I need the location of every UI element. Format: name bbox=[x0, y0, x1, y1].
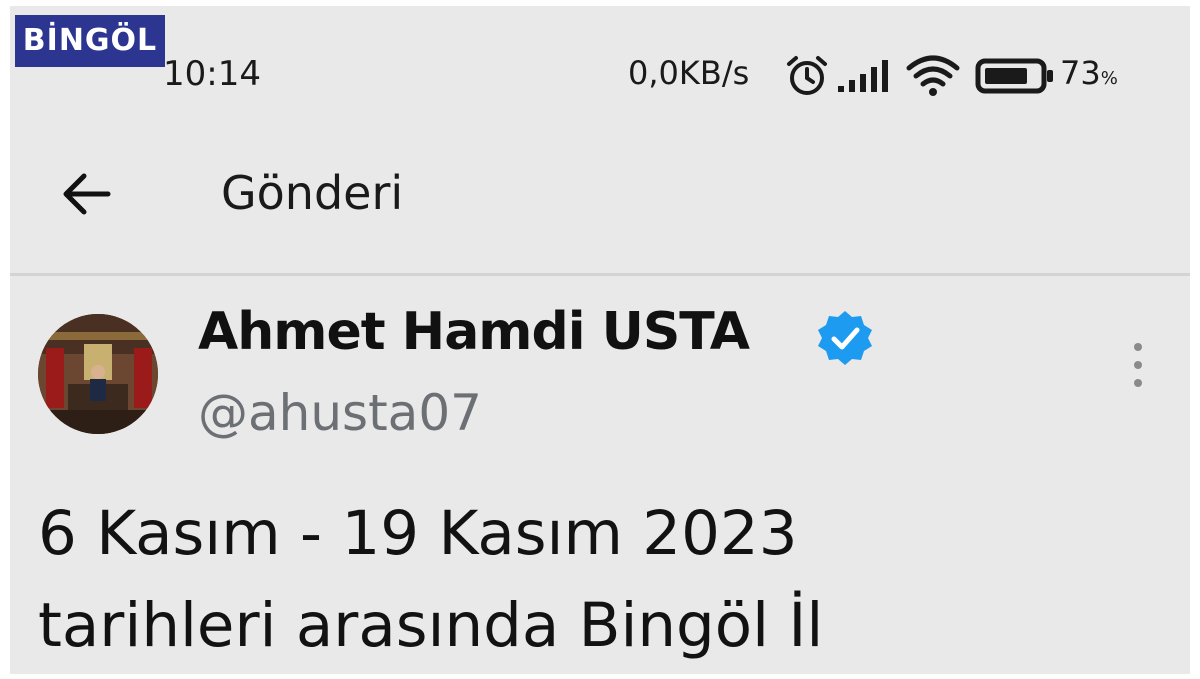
app-bar: Gönderi bbox=[10, 146, 1190, 256]
battery-percent: 73% bbox=[1060, 54, 1118, 92]
header-divider bbox=[10, 273, 1190, 276]
author-handle[interactable]: @ahusta07 bbox=[198, 384, 482, 442]
post-text: 6 Kasım - 19 Kasım 2023 tarihleri arasın… bbox=[38, 488, 1158, 672]
post-text-line: 6 Kasım - 19 Kasım 2023 bbox=[38, 498, 798, 569]
watermark-logo: BİNGÖL bbox=[15, 15, 165, 67]
wifi-icon bbox=[905, 54, 961, 102]
phone-screen: 10:14 0,0KB/s 73% Gönderi Ahmet Hamdi US… bbox=[10, 6, 1190, 674]
alarm-icon bbox=[783, 52, 831, 104]
avatar[interactable] bbox=[38, 314, 158, 434]
author-name[interactable]: Ahmet Hamdi USTA bbox=[198, 302, 750, 362]
page-title: Gönderi bbox=[221, 166, 404, 220]
network-speed: 0,0KB/s bbox=[628, 54, 750, 92]
signal-icon bbox=[836, 58, 900, 98]
battery-unit: % bbox=[1100, 68, 1118, 89]
more-options-icon[interactable] bbox=[1130, 340, 1146, 394]
status-bar: 10:14 0,0KB/s 73% bbox=[10, 44, 1190, 114]
status-time: 10:14 bbox=[163, 54, 261, 94]
verified-badge-icon bbox=[815, 308, 875, 372]
arrow-left-icon[interactable] bbox=[56, 164, 116, 228]
post-text-line: tarihleri arasında Bingöl İl bbox=[38, 590, 824, 661]
battery-icon bbox=[975, 56, 1057, 100]
